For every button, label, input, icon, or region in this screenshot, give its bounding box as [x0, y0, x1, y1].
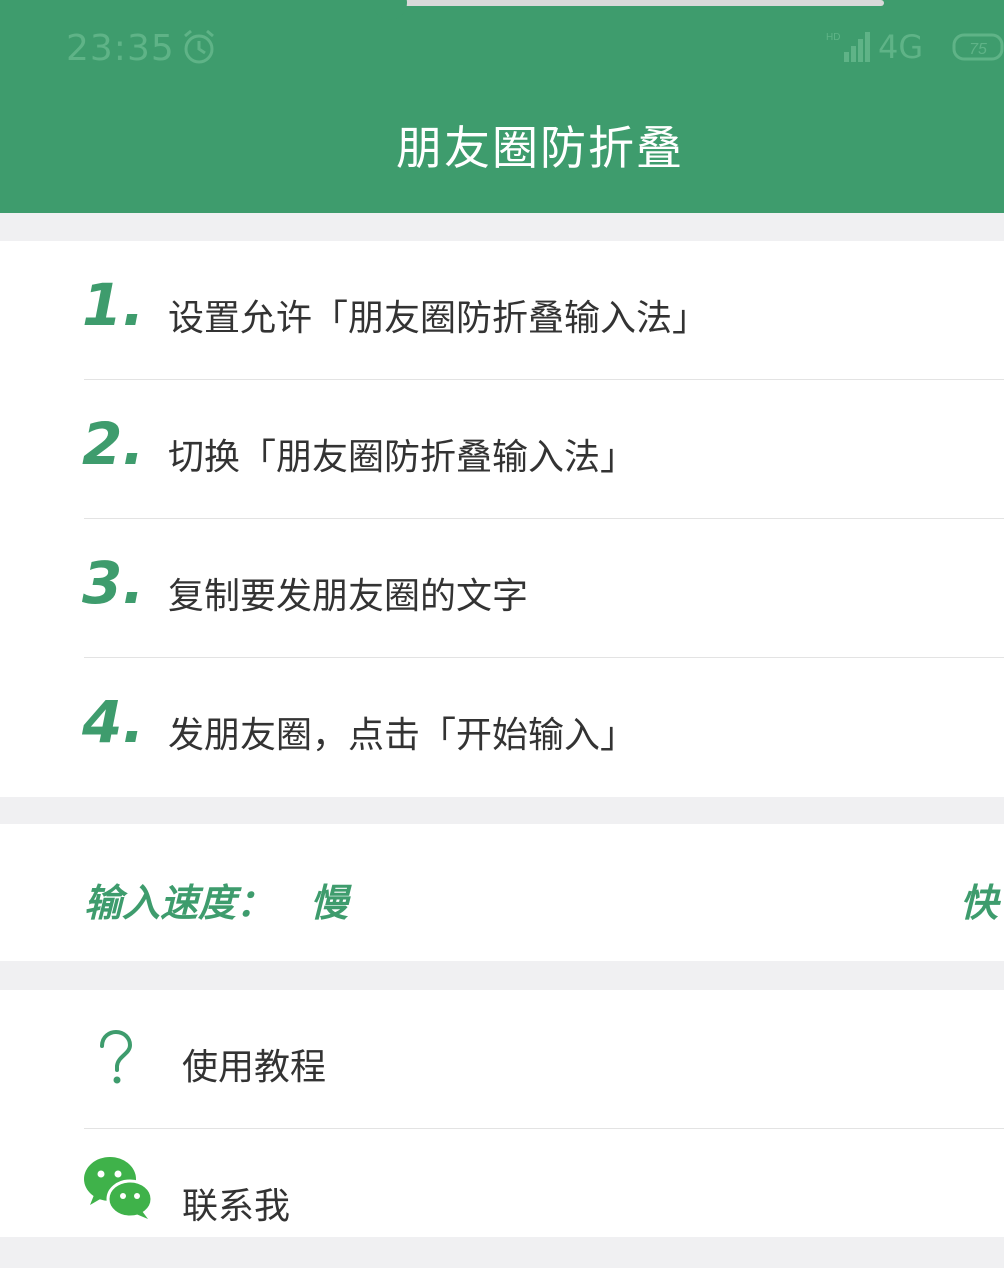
input-speed-card: 输入速度： 慢 快 — [0, 0, 1004, 961]
step-item[interactable]: 1. 设置允许「朋友圈防折叠输入法」 — [0, 241, 1004, 380]
contact-link[interactable]: 联系我 — [0, 1129, 1004, 1268]
contact-label: 联系我 — [182, 1186, 291, 1227]
step-text: 发朋友圈，点击「开始输入」 — [168, 715, 637, 756]
step-item[interactable]: 3. 复制要发朋友圈的文字 — [0, 519, 1004, 658]
status-bar: 23:35 HD 4G 75 — [0, 0, 1004, 95]
svg-text:HD: HD — [826, 32, 840, 43]
tutorial-link[interactable]: 使用教程 — [0, 990, 1004, 1129]
speed-slow-label: 慢 — [310, 881, 349, 925]
wechat-icon — [84, 1157, 154, 1219]
network-type: 4G — [878, 28, 924, 66]
speed-fast-label: 快 — [960, 881, 999, 925]
step-number: 3. — [82, 549, 145, 617]
step-number: 1. — [82, 271, 145, 339]
steps-card: 1. 设置允许「朋友圈防折叠输入法」 2. 切换「朋友圈防折叠输入法」 3. 复… — [0, 241, 1004, 797]
speed-slider[interactable] — [373, 0, 884, 20]
svg-text:75: 75 — [969, 41, 987, 58]
step-number: 4. — [82, 688, 145, 756]
app-header: 23:35 HD 4G 75 朋友圈防折叠 — [0, 0, 1004, 213]
step-text: 切换「朋友圈防折叠输入法」 — [168, 437, 637, 478]
step-number: 2. — [82, 410, 145, 478]
step-text: 设置允许「朋友圈防折叠输入法」 — [168, 298, 709, 339]
signal-icon: HD — [826, 32, 870, 62]
status-time: 23:35 — [66, 28, 175, 69]
page-title: 朋友圈防折叠 — [396, 121, 684, 175]
step-item[interactable]: 2. 切换「朋友圈防折叠输入法」 — [0, 380, 1004, 519]
question-icon — [100, 1030, 133, 1084]
tutorial-label: 使用教程 — [182, 1047, 327, 1088]
battery-icon: 75 — [952, 33, 1004, 61]
links-card: 使用教程 联系我 — [0, 990, 1004, 1237]
alarm-icon — [184, 29, 214, 64]
step-item[interactable]: 4. 发朋友圈，点击「开始输入」 — [0, 658, 1004, 797]
step-text: 复制要发朋友圈的文字 — [168, 576, 529, 617]
speed-label: 输入速度： — [84, 881, 275, 925]
